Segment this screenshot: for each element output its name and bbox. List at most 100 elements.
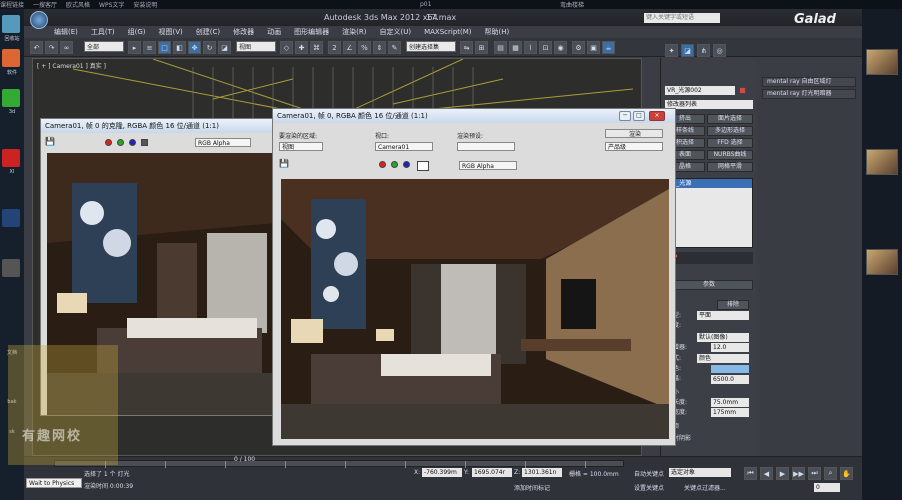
snap-2-5-icon[interactable]: 2 xyxy=(328,41,341,54)
key-filters-button[interactable]: 关键点过滤器... xyxy=(684,483,726,492)
named-selection-set-select[interactable]: 创建选择集 xyxy=(406,41,456,52)
motion-tab-icon[interactable]: ◎ xyxy=(713,44,726,57)
frame-clone-title[interactable]: Camera01, 帧 0 的克隆, RGBA 颜色 16 位/通道 (1:1) xyxy=(41,119,275,133)
os-right-item[interactable]: 弯曲楼梯 xyxy=(560,0,584,9)
modifier-button-meshsmooth[interactable]: 网格平滑 xyxy=(707,162,753,172)
menu-modifiers[interactable]: 修改器 xyxy=(233,26,254,38)
os-item-1[interactable]: 一搜客厅 xyxy=(33,0,57,9)
play-icon[interactable]: ▶ xyxy=(776,467,789,480)
viewport-label[interactable]: [ + ] Camera01 ] 真实 ] xyxy=(37,61,106,70)
select-name-icon[interactable]: ≡ xyxy=(143,41,156,54)
app-icon[interactable] xyxy=(2,49,20,67)
menu-graph-editors[interactable]: 图形编辑器 xyxy=(294,26,329,38)
os-item-0[interactable]: 课程链接 xyxy=(0,0,24,9)
current-frame-input[interactable]: 0 xyxy=(814,483,840,492)
exclude-button[interactable]: 排除 xyxy=(717,300,749,310)
link-icon[interactable]: ∞ xyxy=(60,41,73,54)
preset-select[interactable] xyxy=(457,142,515,151)
3d-icon[interactable] xyxy=(2,89,20,107)
half-width-input[interactable]: 175mm xyxy=(711,408,749,417)
os-item-2[interactable]: 欧式风格 xyxy=(66,0,90,9)
save-image-icon-front[interactable]: 💾 xyxy=(279,159,289,168)
create-tab-icon[interactable]: ✦ xyxy=(665,44,678,57)
percent-snap-icon[interactable]: % xyxy=(358,41,371,54)
menu-views[interactable]: 视图(V) xyxy=(159,26,183,38)
modifier-button-patch-select[interactable]: 面片选择 xyxy=(707,114,753,124)
side-item-1[interactable]: mental ray 灯光明暗器 xyxy=(762,89,856,99)
render-button[interactable]: 渲染 xyxy=(605,129,663,138)
menu-group[interactable]: 组(G) xyxy=(128,26,146,38)
stack-item-vrlight[interactable]: VR_光源 xyxy=(666,179,752,188)
close-button[interactable]: × xyxy=(649,111,665,121)
y-coord-input[interactable]: 1695.074r xyxy=(472,468,512,477)
pdf-icon[interactable] xyxy=(2,149,20,167)
align-icon[interactable]: ⊞ xyxy=(475,41,488,54)
prev-frame-icon[interactable]: ◀ xyxy=(760,467,773,480)
modifier-button-ffd-select[interactable]: FFD 选择 xyxy=(707,138,753,148)
spinner-snap-icon[interactable]: ⇕ xyxy=(373,41,386,54)
key-selection-select[interactable]: 选定对象 xyxy=(669,468,731,477)
menu-tools[interactable]: 工具(T) xyxy=(91,26,115,38)
x-coord-input[interactable]: -760.399m xyxy=(422,468,462,477)
minimize-button[interactable]: ─ xyxy=(619,111,631,121)
light-type-select[interactable]: 平面 xyxy=(697,311,749,320)
red-channel-toggle[interactable] xyxy=(105,139,112,146)
window-crossing-icon[interactable]: ◧ xyxy=(173,41,186,54)
light-color-swatch[interactable] xyxy=(711,365,749,373)
rendered-frame-icon[interactable]: ▣ xyxy=(587,41,600,54)
auto-key-label[interactable]: 自动关键点 xyxy=(634,469,664,478)
viewport-select[interactable]: Camera01 xyxy=(375,142,433,151)
units-select[interactable]: 默认(图像) xyxy=(697,333,749,342)
set-key-label[interactable]: 设置关键点 xyxy=(634,483,664,492)
goto-end-icon[interactable]: ⏭ xyxy=(808,467,821,480)
green-channel-toggle-front[interactable] xyxy=(391,161,398,168)
thumbnail-1[interactable] xyxy=(866,49,898,75)
selection-filter-select[interactable]: 全部 xyxy=(84,41,124,52)
os-item-4[interactable]: 安装说明 xyxy=(133,0,157,9)
blue-channel-toggle[interactable] xyxy=(129,139,136,146)
render-setup-icon[interactable]: ⚙ xyxy=(572,41,585,54)
os-center-item[interactable]: p01 xyxy=(420,1,431,8)
mode-select[interactable]: 颜色 xyxy=(697,354,749,363)
alpha-channel-toggle[interactable] xyxy=(141,139,148,146)
channel-display-select[interactable]: RGB Alpha xyxy=(195,138,251,147)
blue-channel-toggle-front[interactable] xyxy=(403,161,410,168)
pivot-icon[interactable]: ◇ xyxy=(280,41,293,54)
menu-create[interactable]: 创建(C) xyxy=(196,26,220,38)
modify-tab-icon[interactable]: ◪ xyxy=(681,44,694,57)
channel-display-select-front[interactable]: RGB Alpha xyxy=(459,161,517,170)
modifier-list-select[interactable]: 修改器列表 xyxy=(665,100,753,109)
move-icon[interactable]: ✥ xyxy=(188,41,201,54)
alpha-channel-toggle-front[interactable] xyxy=(417,161,429,171)
schematic-view-icon[interactable]: ⊡ xyxy=(539,41,552,54)
hierarchy-tab-icon[interactable]: ⋔ xyxy=(697,44,710,57)
menu-edit[interactable]: 编辑(E) xyxy=(54,26,78,38)
keyboard-shortcut-icon[interactable]: ⌘ xyxy=(310,41,323,54)
add-time-tag[interactable]: 添加时间标记 xyxy=(514,483,550,492)
layer-manager-icon[interactable]: ▤ xyxy=(494,41,507,54)
thumbnail-2[interactable] xyxy=(866,149,898,175)
half-length-input[interactable]: 75.0mm xyxy=(711,398,749,407)
search-input[interactable]: 键入关键字或短语 xyxy=(644,13,720,23)
menu-help[interactable]: 帮助(H) xyxy=(485,26,510,38)
os-item-3[interactable]: WPS文字 xyxy=(99,0,124,9)
select-manipulate-icon[interactable]: ✚ xyxy=(295,41,308,54)
zoom-icon[interactable]: ⌕ xyxy=(824,467,837,480)
modifier-button-nurbs[interactable]: NURBS曲线 xyxy=(707,150,753,160)
pan-icon[interactable]: ✋ xyxy=(840,467,853,480)
mirror-icon[interactable]: ⇋ xyxy=(460,41,473,54)
menu-rendering[interactable]: 渲染(R) xyxy=(342,26,366,38)
folder-icon[interactable] xyxy=(2,259,20,277)
green-channel-toggle[interactable] xyxy=(117,139,124,146)
menu-animation[interactable]: 动画 xyxy=(267,26,281,38)
edit-named-selection-icon[interactable]: ✎ xyxy=(388,41,401,54)
params-rollout-header[interactable]: 参数 xyxy=(665,280,753,290)
menu-maxscript[interactable]: MAXScript(M) xyxy=(424,26,471,38)
physics-hint-box[interactable]: Wait to Physics xyxy=(26,478,82,488)
recycle-bin-icon[interactable] xyxy=(2,15,20,33)
next-frame-icon[interactable]: ▶▶ xyxy=(792,467,805,480)
param-label-cast-shadows[interactable]: 投射阴影 xyxy=(667,434,751,443)
red-channel-toggle-front[interactable] xyxy=(379,161,386,168)
reference-coord-select[interactable]: 视图 xyxy=(236,41,276,52)
time-slider[interactable] xyxy=(54,460,624,468)
